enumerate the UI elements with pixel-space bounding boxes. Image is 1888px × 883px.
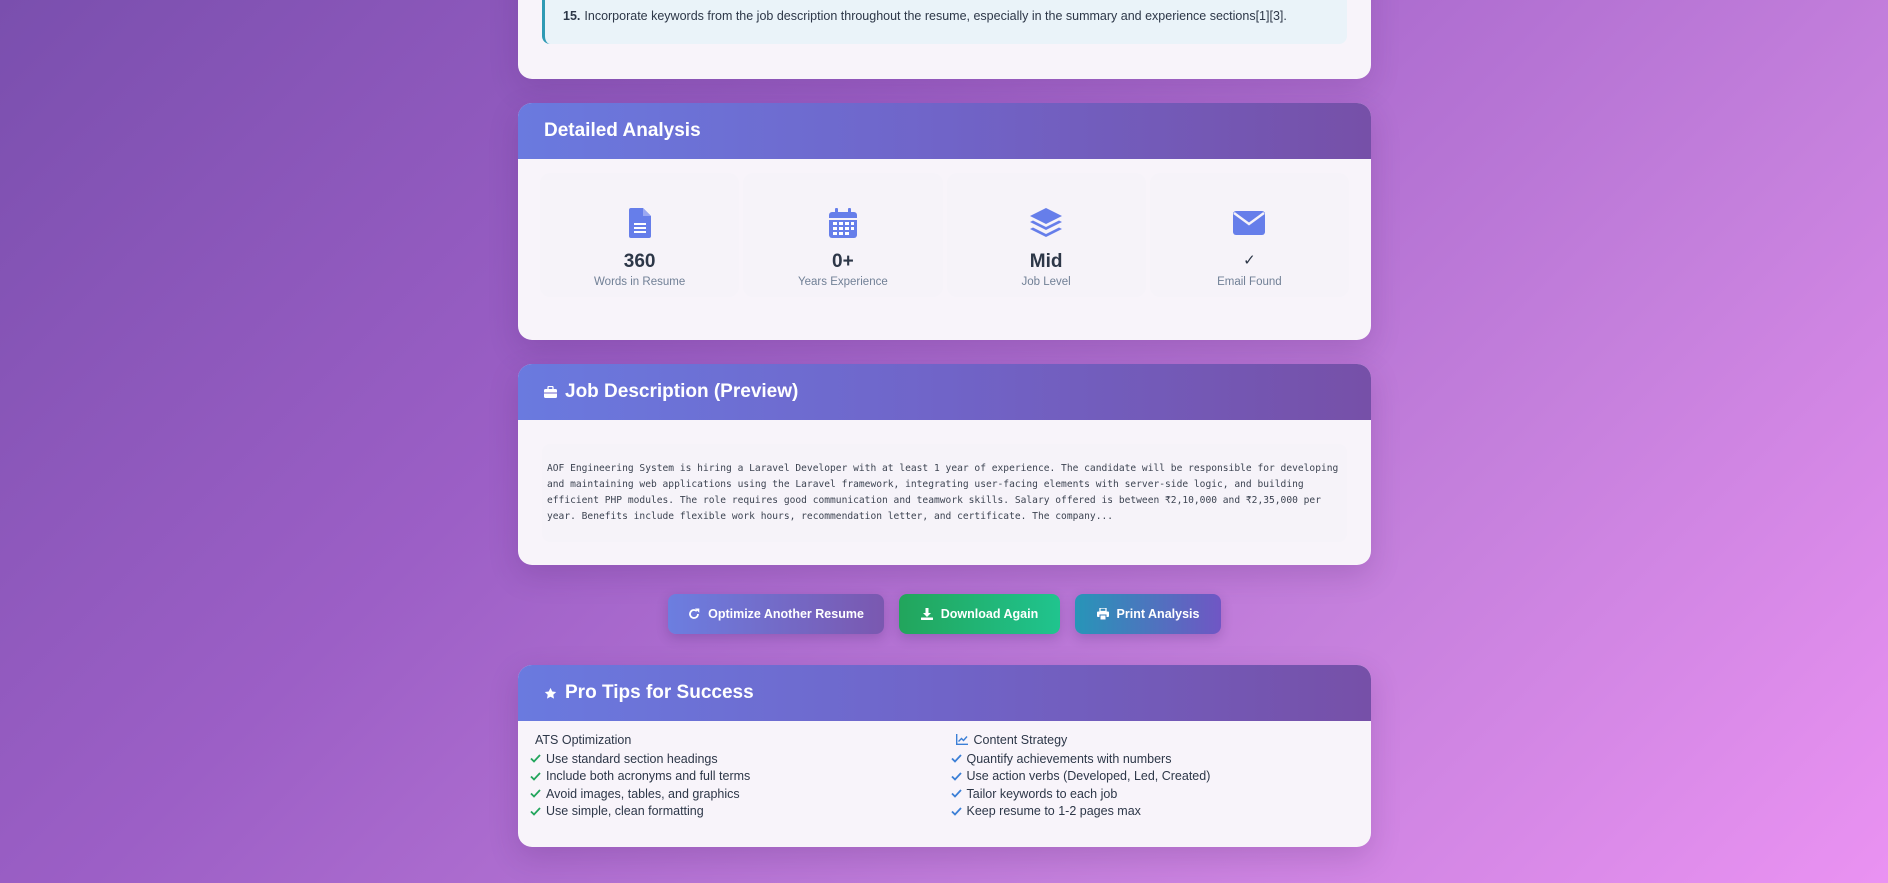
briefcase-icon	[544, 386, 557, 398]
pro-tips-header: Pro Tips for Success	[518, 665, 1371, 721]
list-item: Use standard section headings	[530, 750, 951, 768]
redo-icon	[688, 608, 700, 620]
tip-text: Avoid images, tables, and graphics	[546, 786, 740, 801]
list-item: Keep resume to 1-2 pages max	[950, 803, 1372, 821]
content-strategy-column: Content Strategy Quantify achievements w…	[950, 731, 1372, 821]
stat-email-value: ✓	[1243, 252, 1256, 269]
job-description-text: AOF Engineering System is hiring a Larav…	[542, 444, 1347, 542]
list-item: Avoid images, tables, and graphics	[530, 785, 951, 803]
tip-text: Keep resume to 1-2 pages max	[966, 804, 1141, 819]
list-item: Use simple, clean formatting	[530, 803, 951, 821]
tip-text: Include both acronyms and full terms	[546, 769, 751, 784]
check-icon	[950, 789, 967, 799]
pro-tips-card: Pro Tips for Success ATS Optimization Us…	[518, 665, 1371, 847]
check-icon	[530, 789, 546, 799]
tip-text: Tailor keywords to each job	[966, 786, 1118, 801]
check-icon	[950, 807, 967, 816]
content-strategy-title: Content Strategy	[955, 731, 1372, 748]
chart-line-icon	[955, 734, 968, 745]
stat-experience-value: 0+	[832, 251, 854, 272]
stats-grid: 360 Words in Resume 0+ Years Experience …	[518, 159, 1371, 297]
layers-icon	[1030, 206, 1063, 240]
tip-text: Quantify achievements with numbers	[966, 751, 1172, 766]
check-icon	[950, 754, 967, 764]
tip-text: Use action verbs (Developed, Led, Create…	[966, 769, 1211, 784]
document-icon	[628, 206, 651, 240]
job-description-header: Job Description (Preview)	[518, 364, 1371, 420]
ats-optimization-column: ATS Optimization Use standard section he…	[530, 731, 951, 820]
print-icon	[1096, 608, 1109, 620]
envelope-icon	[1233, 206, 1266, 240]
download-icon	[920, 608, 933, 620]
print-analysis-button[interactable]: Print Analysis	[1075, 594, 1221, 634]
stat-email-label: Email Found	[1217, 276, 1282, 288]
stat-experience: 0+ Years Experience	[743, 173, 943, 297]
optimize-another-label: Optimize Another Resume	[708, 607, 864, 621]
stat-words-label: Words in Resume	[594, 276, 686, 288]
calendar-icon	[828, 206, 857, 240]
stat-level-label: Job Level	[1021, 276, 1071, 288]
list-item: Tailor keywords to each job	[950, 785, 1372, 803]
pro-tips-title: Pro Tips for Success	[565, 682, 754, 703]
tip-text: Use simple, clean formatting	[546, 804, 704, 819]
list-item: Include both acronyms and full terms	[530, 768, 951, 786]
stat-level-value: Mid	[1029, 251, 1063, 272]
recommendation-number: 15.	[563, 9, 581, 23]
list-item: Use action verbs (Developed, Led, Create…	[950, 768, 1372, 786]
check-icon	[530, 754, 546, 764]
stat-words-value: 360	[623, 251, 656, 272]
job-description-card: Job Description (Preview) AOF Engineerin…	[518, 364, 1371, 565]
stat-level: Mid Job Level	[946, 173, 1146, 297]
detailed-analysis-card: Detailed Analysis 360 Words in Resume 0+…	[518, 103, 1371, 340]
recommendation-text: Incorporate keywords from the job descri…	[584, 9, 1287, 23]
stat-experience-label: Years Experience	[798, 276, 888, 288]
print-analysis-label: Print Analysis	[1116, 607, 1200, 621]
download-again-label: Download Again	[940, 607, 1039, 621]
job-description-title: Job Description (Preview)	[565, 381, 799, 402]
star-icon	[544, 687, 557, 700]
content-strategy-heading: Content Strategy	[973, 732, 1068, 747]
list-item: Quantify achievements with numbers	[950, 750, 1372, 768]
check-icon	[530, 807, 546, 816]
optimize-another-button[interactable]: Optimize Another Resume	[668, 594, 884, 634]
check-icon	[530, 772, 546, 781]
stat-words: 360 Words in Resume	[540, 173, 740, 297]
detailed-analysis-title: Detailed Analysis	[544, 120, 701, 141]
ats-optimization-title: ATS Optimization	[535, 731, 951, 748]
ats-optimization-heading: ATS Optimization	[535, 732, 632, 747]
recommendation-item: 15. Incorporate keywords from the job des…	[542, 0, 1347, 44]
stat-email: ✓ Email Found	[1149, 173, 1349, 297]
detailed-analysis-header: Detailed Analysis	[518, 103, 1371, 159]
tip-text: Use standard section headings	[546, 751, 718, 766]
download-again-button[interactable]: Download Again	[899, 594, 1060, 634]
check-icon	[950, 772, 967, 781]
recommendations-card: 15. Incorporate keywords from the job des…	[518, 0, 1371, 79]
